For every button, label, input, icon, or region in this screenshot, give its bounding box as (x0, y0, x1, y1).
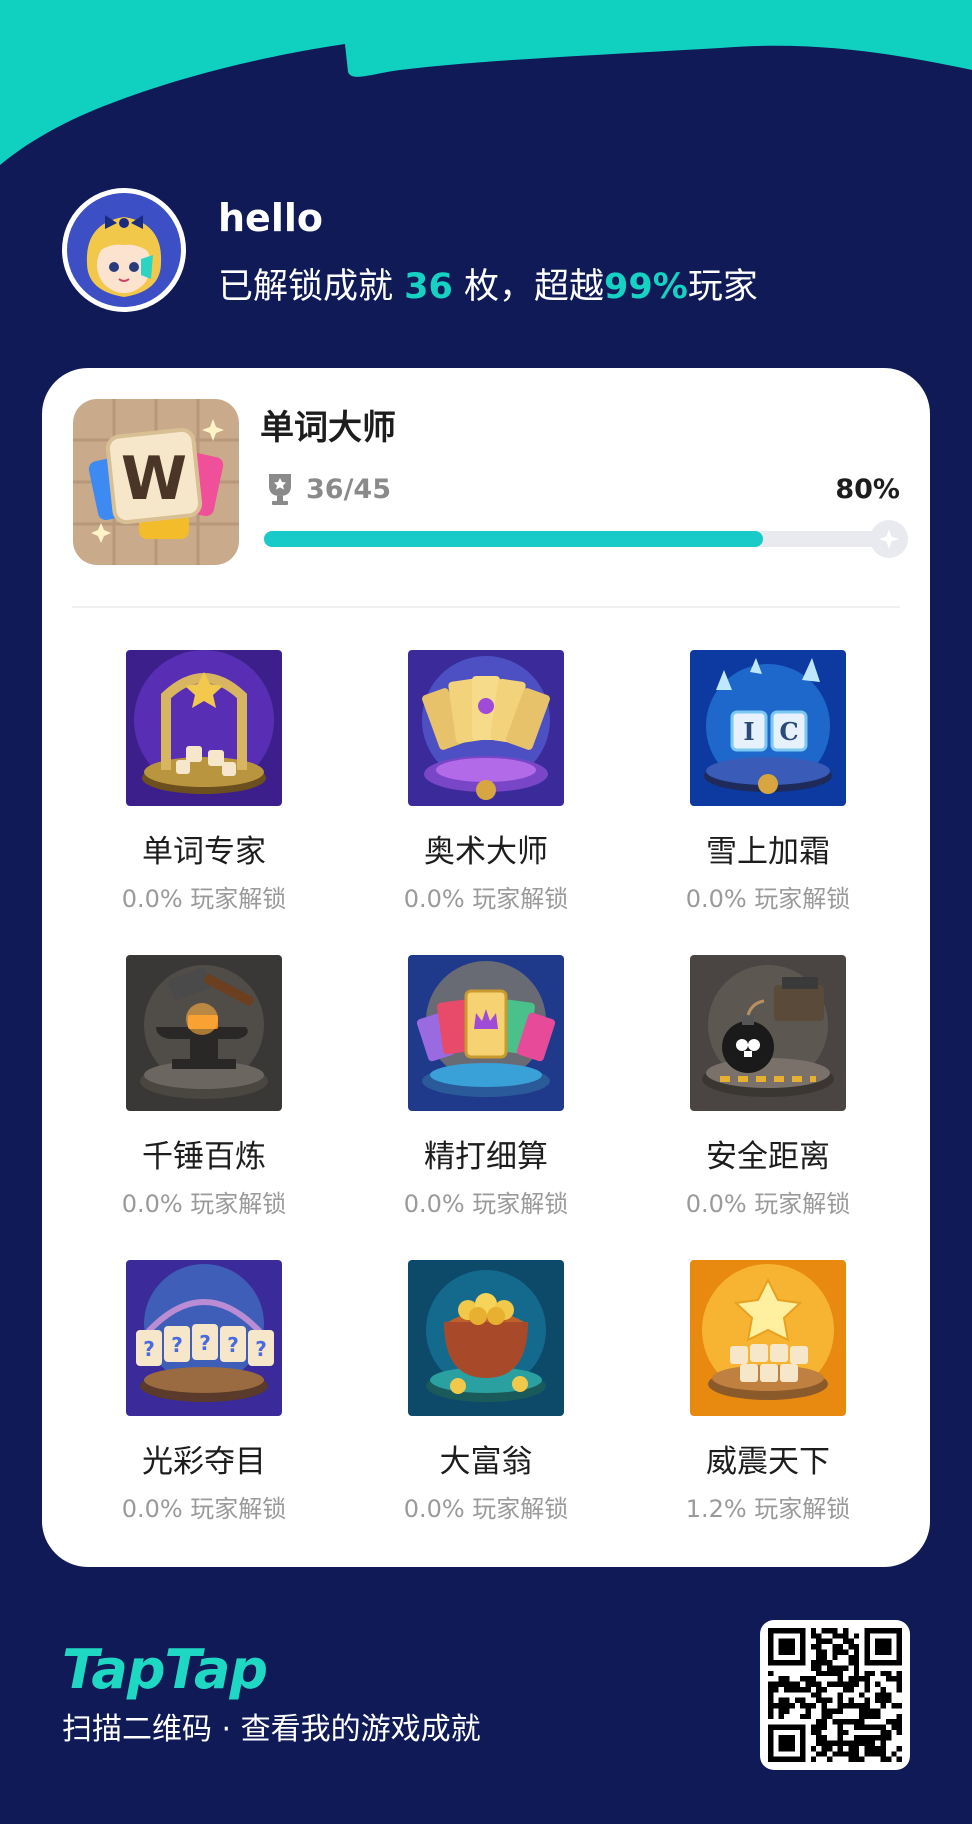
progress-count: 36/45 (306, 474, 392, 505)
progress-bar (264, 520, 908, 558)
summary-prefix: 已解锁成就 (218, 267, 394, 307)
achievement-rate: 0.0% 玩家解锁 (121, 1495, 287, 1523)
achievement-name: 千锤百炼 (142, 1139, 266, 1175)
word-tile-w-icon[interactable]: W (73, 399, 239, 565)
trophy-icon (269, 474, 291, 505)
percentile: 99% (604, 267, 688, 307)
achievement-item[interactable]: 千锤百炼 0.0% 玩家解锁 (63, 955, 345, 1219)
svg-text:C: C (779, 717, 798, 746)
achievement-rate: 0.0% 玩家解锁 (685, 1190, 851, 1218)
summary-suffix: 玩家 (687, 267, 758, 307)
svg-text:?: ? (143, 1337, 155, 1361)
achievement-rate: 0.0% 玩家解锁 (403, 885, 569, 913)
svg-text:I: I (743, 717, 754, 746)
svg-text:?: ? (199, 1331, 211, 1355)
summary-mid: 枚，超越 (464, 267, 605, 307)
header-wave (0, 0, 972, 165)
game-title: 单词大师 (260, 408, 396, 448)
achievement-name: 光彩夺目 (142, 1444, 266, 1480)
star-letters-icon (690, 1260, 846, 1416)
achievement-summary: 已解锁成就 36 枚，超越99%玩家 (218, 258, 758, 309)
achievement-item[interactable]: 单词专家 0.0% 玩家解锁 (63, 650, 345, 914)
progress-percent: 80% (835, 474, 900, 505)
ice-tiles-icon: I C (690, 650, 846, 806)
username: hello (218, 196, 323, 240)
divider (72, 606, 900, 608)
achievement-name: 雪上加霜 (706, 834, 830, 870)
arcane-cards-icon (408, 650, 564, 806)
achievement-card: W 单词大师 36/45 80% 单词专家 0.0% 玩家解锁 奥术大师 0.0… (42, 368, 930, 1567)
progress-bar-fill (264, 531, 764, 547)
treasure-pouch-icon (408, 1260, 564, 1416)
achievement-name: 威震天下 (706, 1444, 830, 1480)
achievement-name: 安全距离 (706, 1139, 830, 1175)
achievement-item[interactable]: 奥术大师 0.0% 玩家解锁 (345, 650, 627, 914)
achievement-name: 精打细算 (424, 1139, 548, 1175)
taptap-logo: TapTap (62, 1638, 268, 1701)
achievement-item[interactable]: 精打细算 0.0% 玩家解锁 (345, 955, 627, 1219)
achievement-item[interactable]: ????? 光彩夺目 0.0% 玩家解锁 (63, 1260, 345, 1524)
bomb-icon (690, 955, 846, 1111)
achievement-item[interactable]: 安全距离 0.0% 玩家解锁 (627, 955, 909, 1219)
footer-caption: 扫描二维码 · 查看我的游戏成就 (62, 1712, 481, 1747)
achievement-rate: 0.0% 玩家解锁 (121, 885, 287, 913)
achievement-rate: 0.0% 玩家解锁 (403, 1495, 569, 1523)
unlocked-count: 36 (404, 267, 453, 307)
star-badge-icon (870, 520, 908, 558)
achievement-rate: 0.0% 玩家解锁 (685, 885, 851, 913)
mystery-cards-icon: ????? (126, 1260, 282, 1416)
qr-code[interactable] (760, 1620, 910, 1770)
achievement-item[interactable]: 大富翁 0.0% 玩家解锁 (345, 1260, 627, 1524)
achievement-name: 奥术大师 (424, 834, 548, 870)
svg-text:?: ? (171, 1333, 183, 1357)
crown-cards-icon (408, 955, 564, 1111)
achievement-rate: 0.0% 玩家解锁 (403, 1190, 569, 1218)
achievement-name: 单词专家 (142, 834, 266, 870)
anvil-hammer-icon (126, 955, 282, 1111)
achievement-item[interactable]: 威震天下 1.2% 玩家解锁 (627, 1260, 909, 1524)
achievement-item[interactable]: I C 雪上加霜 0.0% 玩家解锁 (627, 650, 909, 914)
svg-text:?: ? (255, 1337, 267, 1361)
achievement-rate: 0.0% 玩家解锁 (121, 1190, 287, 1218)
profile-header: hello 已解锁成就 36 枚，超越99%玩家 (62, 188, 922, 312)
achievement-rate: 1.2% 玩家解锁 (685, 1495, 851, 1523)
achievement-name: 大富翁 (439, 1444, 533, 1480)
svg-text:?: ? (227, 1333, 239, 1357)
svg-text:W: W (121, 444, 187, 514)
word-altar-icon (126, 650, 282, 806)
avatar[interactable] (62, 188, 186, 312)
